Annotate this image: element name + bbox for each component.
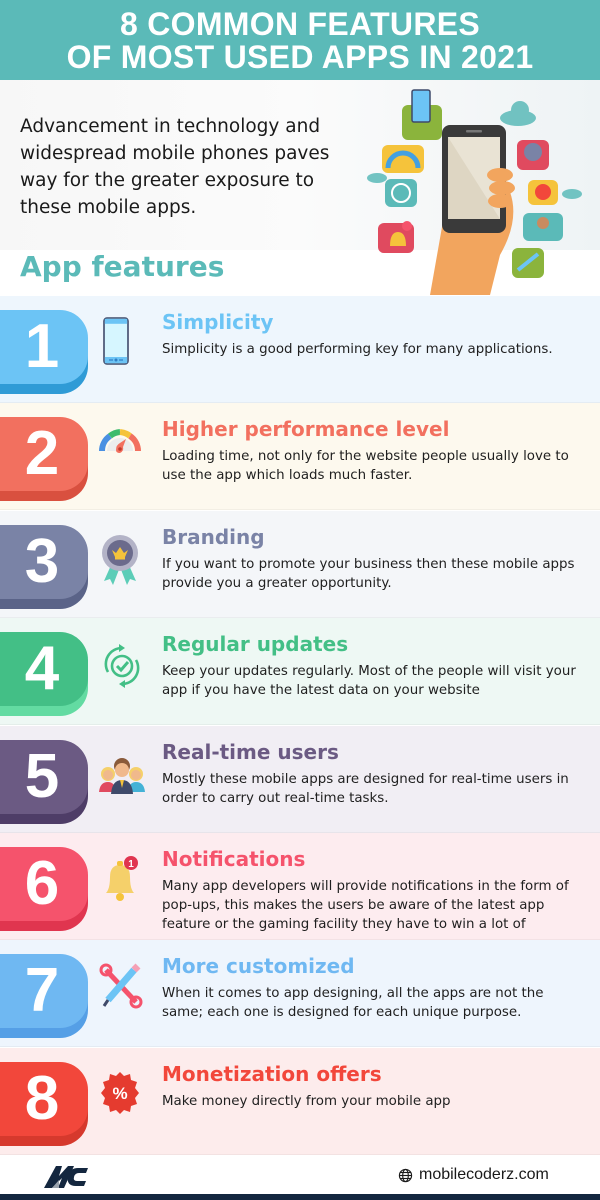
sync-check-icon bbox=[98, 636, 154, 696]
feature-number-badge: 2 bbox=[0, 417, 88, 501]
feature-item-8: 8 % Monetization offers Make money direc… bbox=[0, 1048, 600, 1155]
feature-title: More customized bbox=[162, 954, 355, 978]
feature-item-1: 1 Simplicity Simplicity is a good perfor… bbox=[0, 296, 600, 403]
feature-title: Notifications bbox=[162, 847, 306, 871]
feature-number-badge: 4 bbox=[0, 632, 88, 716]
hand-holding-phone-illustration bbox=[367, 89, 582, 295]
feature-description: If you want to promote your business the… bbox=[162, 557, 575, 591]
notification-bell-icon: 1 bbox=[98, 851, 154, 911]
feature-number-badge: 1 bbox=[0, 310, 88, 394]
feature-description: Simplicity is a good performing key for … bbox=[162, 342, 553, 357]
title-line-2: OF MOST USED APPS IN 2021 bbox=[66, 39, 534, 75]
feature-number: 8 bbox=[0, 1062, 88, 1136]
feature-number: 4 bbox=[0, 632, 88, 706]
feature-number: 6 bbox=[0, 847, 88, 921]
feature-title: Branding bbox=[162, 525, 265, 549]
feature-number-badge: 5 bbox=[0, 740, 88, 824]
feature-number: 1 bbox=[0, 310, 88, 384]
smartphone-icon bbox=[98, 314, 154, 374]
feature-number: 7 bbox=[0, 954, 88, 1028]
svg-text:%: % bbox=[112, 1084, 127, 1103]
feature-item-7: 7 More customized When it comes to app d… bbox=[0, 940, 600, 1047]
feature-number-badge: 6 bbox=[0, 847, 88, 931]
feature-item-3: 3 Branding If you want to promote your b… bbox=[0, 511, 600, 618]
feature-item-2: 2 Higher performance level Loading time,… bbox=[0, 403, 600, 510]
mobilecoderz-logo bbox=[44, 1166, 88, 1188]
feature-number: 2 bbox=[0, 417, 88, 491]
feature-item-4: 4 Regular updates Keep your updates regu… bbox=[0, 618, 600, 725]
feature-description: Keep your updates regularly. Most of the… bbox=[162, 664, 576, 698]
feature-description: Make money directly from your mobile app bbox=[162, 1094, 451, 1109]
feature-title: Higher performance level bbox=[162, 417, 450, 441]
users-group-icon bbox=[98, 744, 154, 804]
feature-number: 3 bbox=[0, 525, 88, 599]
feature-description: When it comes to app designing, all the … bbox=[162, 986, 544, 1020]
website-link[interactable]: mobilecoderz.com bbox=[398, 1166, 549, 1184]
globe-icon bbox=[398, 1168, 413, 1182]
intro-text: Advancement in technology and widespread… bbox=[20, 116, 330, 218]
section-title: App features bbox=[20, 250, 225, 283]
feature-title: Monetization offers bbox=[162, 1062, 382, 1086]
speedometer-icon bbox=[98, 421, 154, 481]
footer-bar bbox=[0, 1194, 600, 1200]
feature-number-badge: 3 bbox=[0, 525, 88, 609]
intro-section: Advancement in technology and widespread… bbox=[0, 80, 600, 295]
feature-item-5: 5 Real-time users Mostly these mobile ap… bbox=[0, 726, 600, 833]
award-badge-icon bbox=[98, 529, 154, 589]
title-line-1: 8 COMMON FEATURES bbox=[119, 6, 481, 42]
feature-item-6: 6 1 Notifications Many app developers wi… bbox=[0, 833, 600, 940]
feature-number: 5 bbox=[0, 740, 88, 814]
feature-description: Many app developers will provide notific… bbox=[162, 879, 569, 932]
feature-description: Mostly these mobile apps are designed fo… bbox=[162, 772, 569, 806]
feature-title: Real-time users bbox=[162, 740, 339, 764]
feature-description: Loading time, not only for the website p… bbox=[162, 449, 569, 483]
feature-number-badge: 7 bbox=[0, 954, 88, 1038]
feature-number-badge: 8 bbox=[0, 1062, 88, 1146]
feature-title: Simplicity bbox=[162, 310, 274, 334]
tools-icon bbox=[98, 958, 154, 1018]
svg-text:1: 1 bbox=[128, 859, 134, 870]
website-text: mobilecoderz.com bbox=[419, 1166, 549, 1183]
page-header: 8 COMMON FEATURES OF MOST USED APPS IN 2… bbox=[0, 0, 600, 80]
discount-badge-icon: % bbox=[98, 1066, 154, 1126]
page-footer: mobilecoderz.com bbox=[0, 1155, 600, 1200]
feature-title: Regular updates bbox=[162, 632, 349, 656]
